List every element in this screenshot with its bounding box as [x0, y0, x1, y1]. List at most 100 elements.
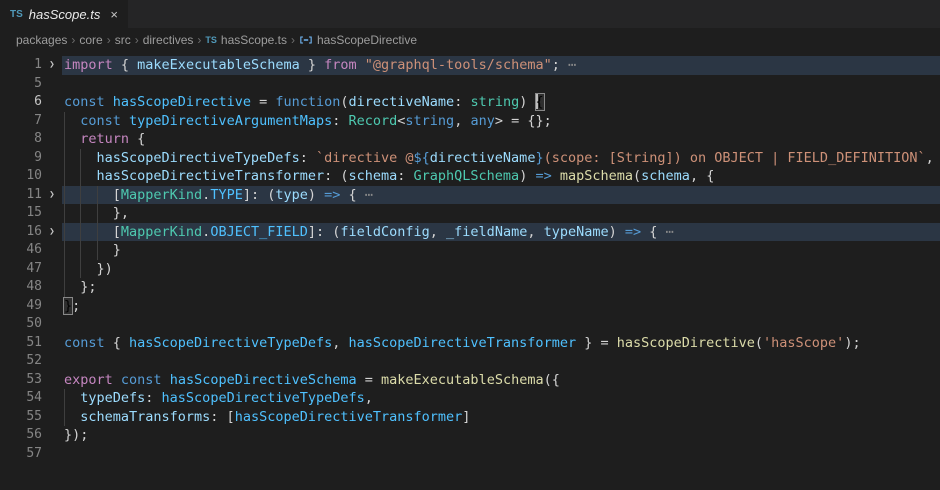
code-line[interactable]: import { makeExecutableSchema } from "@g…	[62, 56, 940, 75]
code-line[interactable]: const { hasScopeDirectiveTypeDefs, hasSc…	[62, 334, 940, 353]
close-icon[interactable]: ×	[110, 8, 118, 21]
line-number: 46	[0, 241, 42, 260]
code-token: any	[470, 113, 494, 129]
code-token: }	[113, 242, 121, 258]
code-line[interactable]	[62, 445, 940, 464]
code-token: const	[121, 372, 162, 388]
breadcrumb-item-hasscopedirective[interactable]: hasScopeDirective	[299, 33, 417, 47]
code-token: schema	[641, 168, 690, 184]
code-line-row: 8return {	[0, 130, 940, 149]
code-token	[357, 57, 365, 73]
code-token: }	[535, 150, 543, 166]
code-token: type	[275, 187, 308, 203]
line-number: 7	[0, 112, 42, 131]
code-line[interactable]: hasScopeDirectiveTransformer: (schema: G…	[62, 167, 940, 186]
fold-gutter-space	[42, 445, 62, 464]
code-token: ,	[365, 390, 373, 406]
code-line[interactable]: });	[62, 426, 940, 445]
code-token: },	[113, 205, 129, 221]
fold-gutter-space	[42, 149, 62, 168]
code-line[interactable]: schemaTransforms: [hasScopeDirectiveTran…	[62, 408, 940, 427]
code-line[interactable]: export const hasScopeDirectiveSchema = m…	[62, 371, 940, 390]
code-line[interactable]: };	[62, 297, 940, 316]
code-token: schema	[348, 168, 397, 184]
breadcrumb-separator-icon: ›	[197, 33, 201, 47]
folded-code-ellipsis[interactable]: ⋯	[666, 224, 674, 240]
breadcrumb: packages›core›src›directives›TShasScope.…	[0, 28, 940, 52]
breadcrumb-item-packages[interactable]: packages	[16, 33, 67, 47]
fold-chevron-icon[interactable]: ❯	[42, 56, 62, 75]
line-number: 1	[0, 56, 42, 75]
code-token: ]	[462, 409, 470, 425]
code-line[interactable]: [MapperKind.OBJECT_FIELD]: (fieldConfig,…	[62, 223, 940, 242]
line-number: 47	[0, 260, 42, 279]
code-token: [	[113, 224, 121, 240]
code-token: =	[357, 372, 381, 388]
breadcrumb-separator-icon: ›	[135, 33, 139, 47]
code-line-row: 1❯import { makeExecutableSchema } from "…	[0, 56, 940, 75]
indent-guide	[80, 260, 96, 279]
folded-code-ellipsis[interactable]: ⋯	[365, 187, 373, 203]
code-token: hasScopeDirectiveTransformer	[97, 168, 325, 184]
line-number: 5	[0, 75, 42, 94]
folded-code-ellipsis[interactable]: ⋯	[568, 57, 576, 73]
code-token: )	[609, 224, 625, 240]
breadcrumb-label: core	[79, 33, 102, 47]
fold-chevron-icon[interactable]: ❯	[42, 223, 62, 242]
fold-gutter-space	[42, 315, 62, 334]
breadcrumb-item-src[interactable]: src	[115, 33, 131, 47]
code-line[interactable]	[62, 75, 940, 94]
code-line[interactable]: },	[62, 204, 940, 223]
code-line[interactable]: const hasScopeDirective = function(direc…	[62, 93, 940, 112]
line-number: 48	[0, 278, 42, 297]
code-line[interactable]	[62, 315, 940, 334]
code-token: directiveName	[430, 150, 536, 166]
code-token: makeExecutableSchema	[137, 57, 300, 73]
code-token: _fieldName	[446, 224, 527, 240]
code-line[interactable]: const typeDirectiveArgumentMaps: Record<…	[62, 112, 940, 131]
code-token: } =	[576, 335, 617, 351]
code-token: const	[80, 113, 129, 129]
code-token: : (	[324, 168, 348, 184]
code-token: import	[64, 57, 113, 73]
code-line-row: 16❯[MapperKind.OBJECT_FIELD]: (fieldConf…	[0, 223, 940, 242]
indent-guide	[64, 130, 80, 149]
code-token: Record	[349, 113, 398, 129]
breadcrumb-item-directives[interactable]: directives	[143, 33, 194, 47]
line-number: 11	[0, 186, 42, 205]
code-token: makeExecutableSchema	[381, 372, 544, 388]
indent-guide	[80, 241, 96, 260]
code-token	[552, 168, 560, 184]
code-editor[interactable]: 1❯import { makeExecutableSchema } from "…	[0, 52, 940, 463]
fold-gutter-space	[42, 334, 62, 353]
code-token: const	[64, 94, 113, 110]
code-line[interactable]: typeDefs: hasScopeDirectiveTypeDefs,	[62, 389, 940, 408]
fold-gutter-space	[42, 260, 62, 279]
breadcrumb-item-core[interactable]: core	[79, 33, 102, 47]
code-line[interactable]	[62, 352, 940, 371]
fold-chevron-icon[interactable]: ❯	[42, 186, 62, 205]
line-number: 10	[0, 167, 42, 186]
code-token: :	[332, 113, 348, 129]
code-token: hasScopeDirectiveTransformer	[235, 409, 463, 425]
code-token: :	[454, 94, 470, 110]
code-line[interactable]: return {	[62, 130, 940, 149]
fold-gutter-space	[42, 130, 62, 149]
breadcrumb-item-hasscope-ts[interactable]: TShasScope.ts	[205, 33, 287, 47]
code-line[interactable]: };	[62, 278, 940, 297]
code-token: , {	[690, 168, 714, 184]
code-line[interactable]: hasScopeDirectiveTypeDefs: `directive @$…	[62, 149, 940, 168]
line-number: 57	[0, 445, 42, 464]
code-line[interactable]: [MapperKind.TYPE]: (type) => { ⋯	[62, 186, 940, 205]
code-line[interactable]: }	[62, 241, 940, 260]
breadcrumb-label: src	[115, 33, 131, 47]
fold-gutter-space	[42, 297, 62, 316]
code-line[interactable]: })	[62, 260, 940, 279]
code-token: OBJECT_FIELD	[210, 224, 308, 240]
breadcrumb-label: hasScopeDirective	[317, 33, 417, 47]
editor-tab-bar: TS hasScope.ts ×	[0, 0, 940, 28]
code-token: ;	[72, 298, 80, 314]
tab-hasscope-ts[interactable]: TS hasScope.ts ×	[0, 0, 129, 28]
code-token: typeDirectiveArgumentMaps	[129, 113, 332, 129]
code-token: const	[64, 335, 105, 351]
